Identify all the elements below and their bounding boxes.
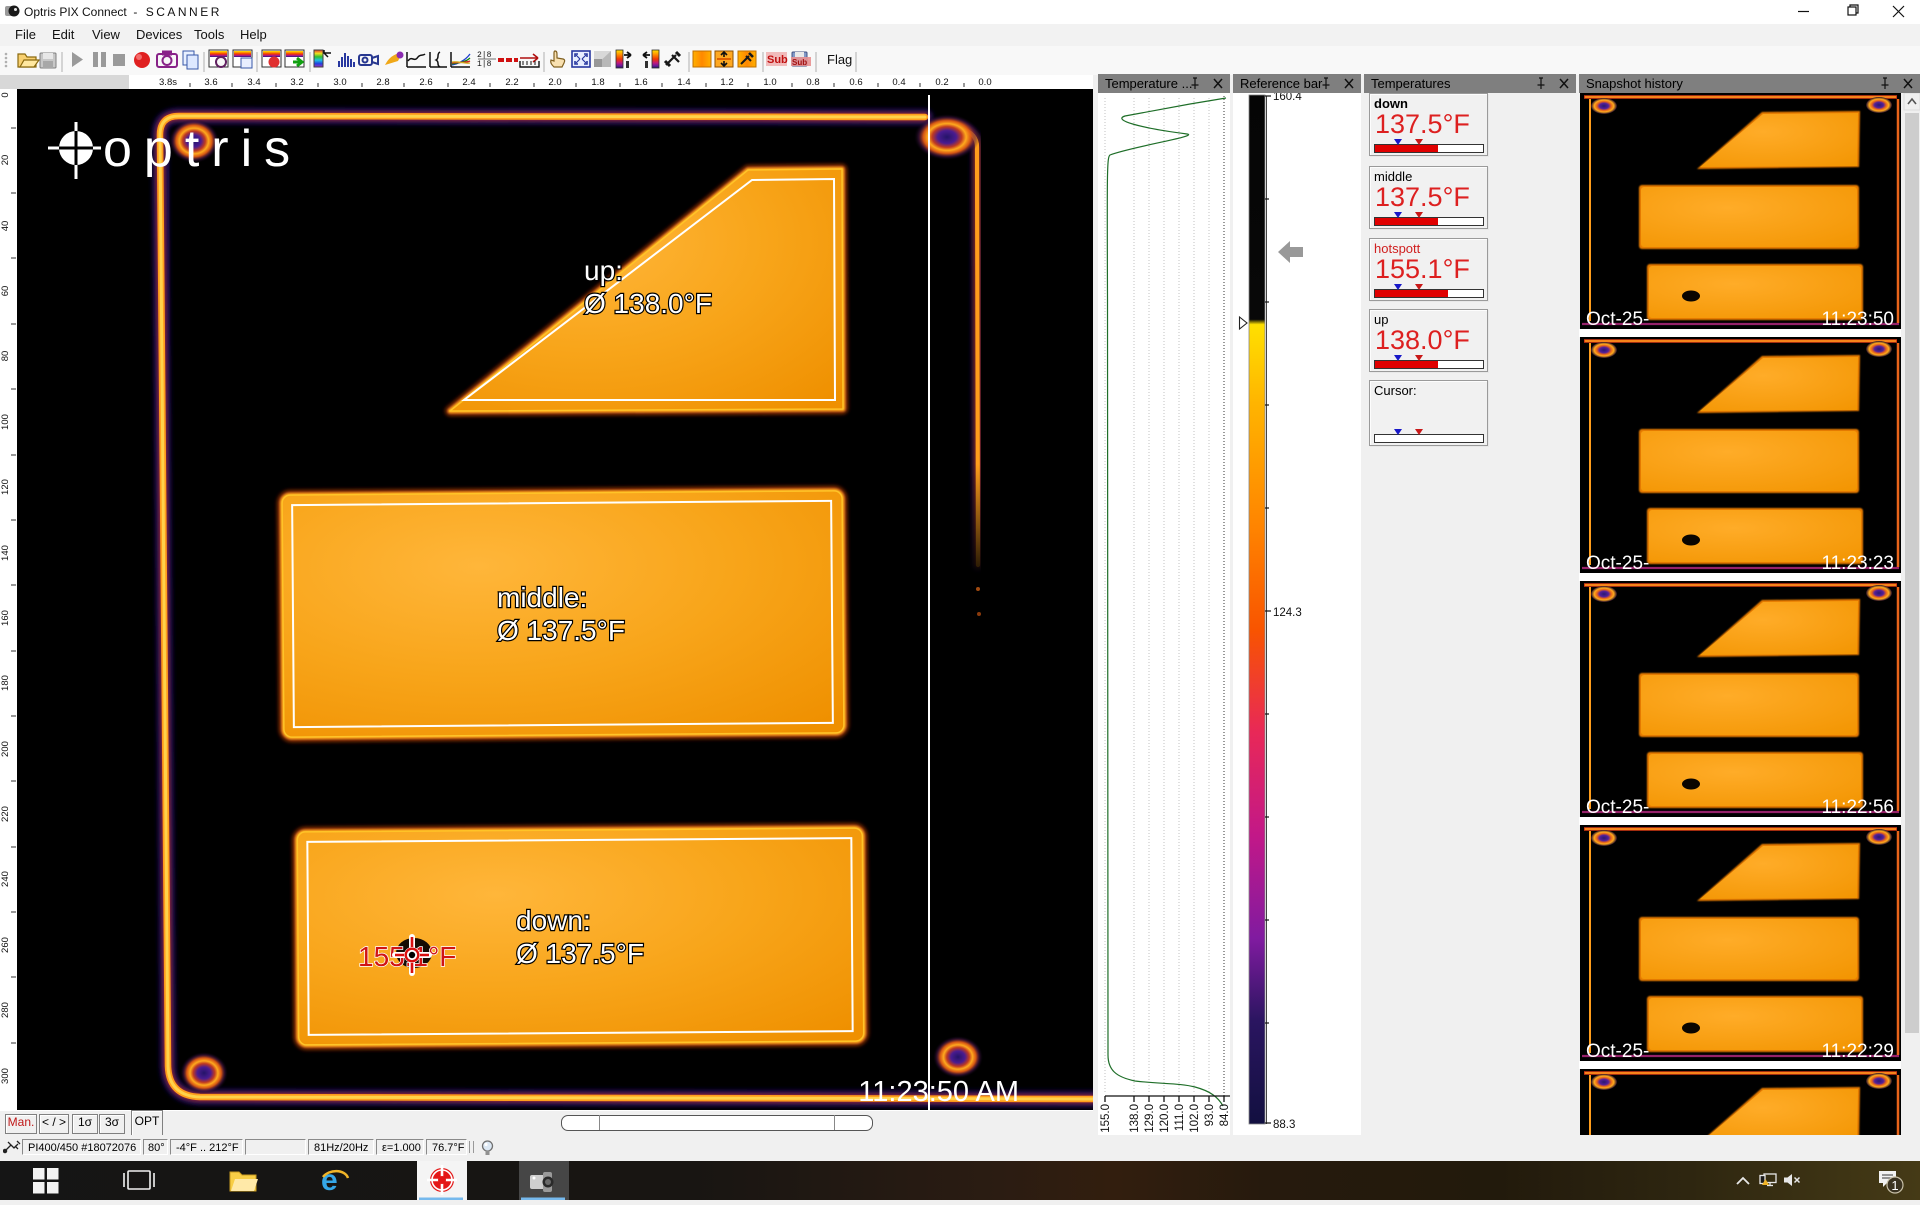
svg-text:1.8: 1.8 xyxy=(591,77,604,88)
svg-text:e: e xyxy=(321,1164,338,1197)
svg-text:220: 220 xyxy=(0,806,11,822)
svg-text:2.4: 2.4 xyxy=(462,77,475,88)
svg-text:93.0: 93.0 xyxy=(1204,1104,1216,1126)
svg-text:88.3: 88.3 xyxy=(1273,1119,1295,1131)
svg-text:3.8s: 3.8s xyxy=(159,77,177,88)
svg-text:155.0: 155.0 xyxy=(1100,1104,1112,1133)
svg-text:3.6: 3.6 xyxy=(204,77,217,88)
svg-text:Sub: Sub xyxy=(767,54,788,66)
svg-text:optris: optris xyxy=(103,120,302,178)
svg-text:300: 300 xyxy=(0,1068,11,1084)
svg-text:2.2: 2.2 xyxy=(505,77,518,88)
svg-text:120: 120 xyxy=(0,479,11,495)
svg-text:2.8: 2.8 xyxy=(376,77,389,88)
svg-text:180: 180 xyxy=(0,675,11,691)
svg-text:100: 100 xyxy=(0,414,11,430)
svg-text:Oct-25-: Oct-25- xyxy=(1586,797,1649,818)
svg-text:280: 280 xyxy=(0,1002,11,1018)
svg-text:160.4: 160.4 xyxy=(1273,93,1302,103)
svg-text:11:22:29: 11:22:29 xyxy=(1821,1041,1894,1062)
svg-text:260: 260 xyxy=(0,937,11,953)
svg-text:11:22:56: 11:22:56 xyxy=(1821,797,1894,818)
svg-text:Flag: Flag xyxy=(827,52,852,67)
svg-text:Oct-25-: Oct-25- xyxy=(1586,1041,1649,1062)
svg-text:1.2: 1.2 xyxy=(720,77,733,88)
svg-text:102.0: 102.0 xyxy=(1189,1104,1201,1133)
svg-text:40: 40 xyxy=(0,221,11,232)
svg-text:3.4: 3.4 xyxy=(247,77,260,88)
svg-text:138.0: 138.0 xyxy=(1129,1104,1141,1133)
svg-text:0.4: 0.4 xyxy=(892,77,905,88)
svg-text:1|8: 1|8 xyxy=(477,60,492,69)
svg-text:3.2: 3.2 xyxy=(290,77,303,88)
svg-text:3.0: 3.0 xyxy=(333,77,346,88)
svg-text:1.6: 1.6 xyxy=(634,77,647,88)
svg-text:Ø 137.5°F: Ø 137.5°F xyxy=(516,938,644,969)
svg-text:1: 1 xyxy=(1891,1178,1898,1193)
svg-text:Ø 138.0°F: Ø 138.0°F xyxy=(584,288,712,319)
svg-text:240: 240 xyxy=(0,871,11,887)
svg-text:60: 60 xyxy=(0,286,11,297)
svg-text:124.3: 124.3 xyxy=(1273,607,1302,619)
svg-text:2.6: 2.6 xyxy=(419,77,432,88)
svg-text:129.0: 129.0 xyxy=(1144,1104,1156,1133)
svg-text:Ø 137.5°F: Ø 137.5°F xyxy=(497,615,625,646)
svg-text:0.8: 0.8 xyxy=(806,77,819,88)
svg-text:11:23:23: 11:23:23 xyxy=(1821,553,1894,574)
svg-text:20: 20 xyxy=(0,155,11,166)
svg-text:Oct-25-: Oct-25- xyxy=(1586,309,1649,330)
svg-text:84.0: 84.0 xyxy=(1219,1104,1230,1126)
svg-text:1.4: 1.4 xyxy=(677,77,690,88)
svg-text:80: 80 xyxy=(0,351,11,362)
svg-text:160: 160 xyxy=(0,610,11,626)
svg-text:middle:: middle: xyxy=(497,582,587,613)
svg-text:0.2: 0.2 xyxy=(935,77,948,88)
svg-text:111.0: 111.0 xyxy=(1174,1104,1186,1131)
svg-text:1.0: 1.0 xyxy=(763,77,776,88)
svg-text:2.0: 2.0 xyxy=(548,77,561,88)
svg-text:0.6: 0.6 xyxy=(849,77,862,88)
svg-text:200: 200 xyxy=(0,741,11,757)
svg-text:Sub: Sub xyxy=(792,58,807,67)
svg-text:up:: up: xyxy=(584,255,623,286)
svg-text:Oct-25-: Oct-25- xyxy=(1586,553,1649,574)
svg-text:11:23:50: 11:23:50 xyxy=(1821,309,1894,330)
svg-text:0: 0 xyxy=(0,92,11,97)
svg-text:140: 140 xyxy=(0,545,11,561)
svg-text:11:23:50 AM: 11:23:50 AM xyxy=(858,1076,1019,1108)
svg-text:120.0: 120.0 xyxy=(1159,1104,1171,1133)
svg-text:0.0: 0.0 xyxy=(978,77,991,88)
svg-text:down:: down: xyxy=(516,905,591,936)
